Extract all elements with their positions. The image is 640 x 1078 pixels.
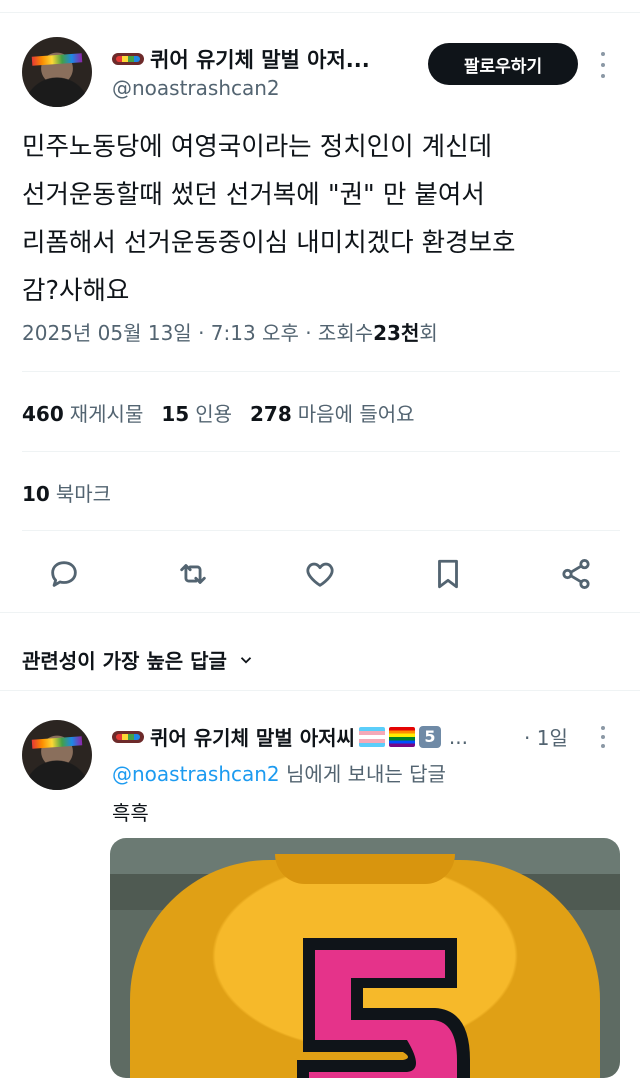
author-name-row[interactable]: 퀴어 유기체 말벌 아저... — [112, 44, 370, 74]
share-icon[interactable] — [554, 552, 598, 596]
top-divider — [0, 12, 640, 13]
reposts-stat[interactable]: 460 재게시물 — [22, 398, 143, 427]
action-bar — [30, 552, 610, 596]
quotes-stat[interactable]: 15 인용 — [161, 398, 232, 427]
reply-to-line: @noastrashcan2 님에게 보내는 답글 — [112, 758, 446, 787]
tweet-stats: 460 재게시물 15 인용 278 마음에 들어요 — [22, 398, 415, 427]
reply-author-name-row[interactable]: 퀴어 유기체 말벌 아저씨 5 ... — [112, 722, 468, 751]
reply-author-display-name[interactable]: 퀴어 유기체 말벌 아저씨 — [150, 722, 355, 751]
divider — [22, 530, 620, 531]
chain-emoji-icon — [112, 730, 144, 743]
reply-media-image[interactable] — [110, 838, 620, 1078]
tweet-views-suffix: 회 — [419, 321, 438, 345]
chain-emoji-icon — [112, 53, 144, 65]
trans-flag-icon — [358, 726, 385, 747]
avatar-shoulders — [22, 37, 92, 107]
divider — [0, 612, 640, 613]
reply-time[interactable]: · 1일 — [524, 722, 568, 751]
chevron-down-icon — [240, 656, 252, 664]
divider — [22, 371, 620, 372]
rainbow-flag-icon — [388, 726, 415, 747]
jacket-collar — [275, 854, 455, 884]
repost-icon[interactable] — [171, 552, 215, 596]
replies-sort-dropdown[interactable]: 관련성이 가장 높은 답글 — [22, 645, 255, 674]
divider — [0, 690, 640, 691]
reply-text: 흑흑 — [112, 801, 149, 825]
tweet-views-number: 23천 — [373, 321, 420, 345]
avatar-shoulders — [22, 720, 92, 790]
yellow-jacket-graphic — [130, 854, 600, 1078]
number-five-graphic — [285, 930, 475, 1078]
follow-button[interactable]: 팔로우하기 — [428, 43, 578, 85]
like-icon[interactable] — [298, 552, 342, 596]
more-options-icon[interactable] — [597, 52, 609, 78]
reply-icon[interactable] — [42, 552, 86, 596]
likes-stat[interactable]: 278 마음에 들어요 — [250, 398, 415, 427]
tweet-text: 민주노동당에 여영국이라는 정치인이 계신데 선거운동할때 썼던 선거복에 "권… — [22, 132, 516, 306]
author-display-name[interactable]: 퀴어 유기체 말벌 아저... — [150, 44, 370, 74]
replies-sort-label: 관련성이 가장 높은 답글 — [22, 649, 227, 673]
bookmark-icon[interactable] — [426, 552, 470, 596]
reply-author-avatar[interactable] — [22, 720, 92, 790]
tweet-date[interactable]: 2025년 05월 13일 · 7:13 오후 · 조회수 — [22, 317, 373, 346]
reply-to-mention[interactable]: @noastrashcan2 — [112, 762, 280, 786]
reply-to-suffix: 님에게 보내는 답글 — [279, 762, 446, 786]
keycap-number-icon: 5 — [418, 725, 441, 748]
divider — [22, 451, 620, 452]
tweet-meta: 2025년 05월 13일 · 7:13 오후 · 조회수 23천 회 — [22, 317, 438, 346]
author-handle[interactable]: @noastrashcan2 — [112, 76, 280, 100]
bookmarks-stat[interactable]: 10 북마크 — [22, 478, 111, 507]
reply-more-options-icon[interactable] — [597, 726, 609, 748]
author-avatar[interactable] — [22, 37, 92, 107]
name-ellipsis: ... — [448, 724, 468, 749]
